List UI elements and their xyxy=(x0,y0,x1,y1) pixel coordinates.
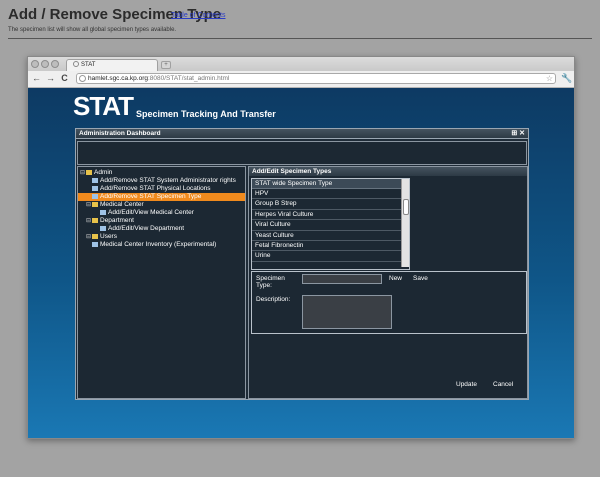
dashboard-header: Administration Dashboard ⊞ ✕ xyxy=(76,129,528,139)
description-textarea[interactable] xyxy=(302,295,392,329)
page-icon xyxy=(100,209,106,215)
tree-node-edit-medical-center[interactable]: Add/Edit/View Medical Center xyxy=(100,209,194,217)
dashboard-toolbar-band xyxy=(77,141,527,165)
tree-node-label: Admin xyxy=(94,169,113,176)
administration-dashboard: Administration Dashboard ⊞ ✕ ⊟ Admin Add/… xyxy=(75,128,529,400)
folder-icon xyxy=(92,217,98,223)
specimen-types-panel: Add/Edit Specimen Types STAT wide Specim… xyxy=(248,166,528,399)
tab-title: STAT xyxy=(81,62,96,68)
specimen-type-list[interactable]: STAT wide Specimen Type HPV Group B Stre… xyxy=(251,178,410,270)
forward-arrow-icon[interactable]: → xyxy=(45,73,56,84)
collapse-icon[interactable]: ⊟ xyxy=(86,217,91,225)
reload-icon[interactable]: C xyxy=(59,73,70,84)
tree-node-users[interactable]: ⊟ Users xyxy=(86,233,117,241)
tree-node-specimen-type[interactable]: Add/Remove STAT Specimen Type xyxy=(78,193,245,201)
tree-node-label: Add/Remove STAT System Administrator rig… xyxy=(100,177,236,184)
tree-node-label: Users xyxy=(100,233,117,240)
new-button[interactable]: New xyxy=(389,275,402,283)
tab-favicon-icon xyxy=(73,61,79,68)
window-controls xyxy=(31,60,59,68)
specimen-type-form: Specimen Type: New Save Description: xyxy=(251,271,527,334)
tree-node-medical-center[interactable]: ⊟ Medical Center xyxy=(86,201,144,209)
folder-icon xyxy=(92,233,98,239)
tree-node-department[interactable]: ⊟ Department xyxy=(86,217,134,225)
doc-divider xyxy=(8,38,592,39)
new-tab-button[interactable]: + xyxy=(161,61,171,69)
list-item[interactable]: Group B Strep xyxy=(252,199,409,210)
tree-node-inventory[interactable]: Medical Center Inventory (Experimental) xyxy=(92,241,216,249)
address-bar[interactable]: hamlet.sgc.ca.kp.org:8080/STAT/stat_admi… xyxy=(76,73,556,84)
admin-tree: ⊟ Admin Add/Remove STAT System Administra… xyxy=(77,166,246,399)
tree-node-label: Add/Remove STAT Specimen Type xyxy=(100,193,202,200)
page-icon xyxy=(92,193,98,199)
specimen-type-input[interactable] xyxy=(302,274,382,284)
scrollbar-thumb[interactable] xyxy=(403,199,409,215)
wrench-icon[interactable]: 🔧 xyxy=(561,73,572,84)
browser-toolbar: ← → C hamlet.sgc.ca.kp.org:8080/STAT/sta… xyxy=(28,71,574,88)
tree-node-sysadmin-rights[interactable]: Add/Remove STAT System Administrator rig… xyxy=(92,177,236,185)
folder-icon xyxy=(86,169,92,175)
page-icon xyxy=(100,225,106,231)
collapse-icon[interactable]: ⊟ xyxy=(86,201,91,209)
page-viewport: STAT Specimen Tracking And Transfer Admi… xyxy=(28,88,574,438)
dashboard-title: Administration Dashboard xyxy=(79,130,161,137)
tree-node-admin[interactable]: ⊟ Admin xyxy=(80,169,112,177)
browser-window: STAT + ← → C hamlet.sgc.ca.kp.org:8080/S… xyxy=(27,56,575,439)
doc-description: The specimen list will show all global s… xyxy=(8,27,177,33)
browser-tab[interactable]: STAT xyxy=(66,59,158,71)
close-window-button[interactable] xyxy=(31,60,39,68)
list-item[interactable]: Urine xyxy=(252,251,409,262)
app-subtitle: Specimen Tracking And Transfer xyxy=(136,109,276,119)
globe-icon xyxy=(79,75,86,82)
dashboard-window-controls[interactable]: ⊞ ✕ xyxy=(511,129,525,139)
specimen-type-label: Specimen Type: xyxy=(256,275,285,289)
list-item[interactable]: Yeast Culture xyxy=(252,231,409,241)
tab-bar: STAT + xyxy=(28,57,574,71)
page-icon xyxy=(92,241,98,247)
url-path: :8080/STAT/stat_admin.html xyxy=(147,75,230,82)
list-item[interactable]: HPV xyxy=(252,189,409,200)
tree-node-label: Add/Remove STAT Physical Locations xyxy=(100,185,211,192)
bookmark-star-icon[interactable]: ☆ xyxy=(546,74,553,84)
page-icon xyxy=(92,185,98,191)
list-item[interactable]: Fetal Fibronectin xyxy=(252,241,409,252)
folder-icon xyxy=(92,201,98,207)
list-scrollbar[interactable] xyxy=(401,179,409,267)
collapse-icon[interactable]: ⊟ xyxy=(80,169,85,177)
table-of-contents-link[interactable]: Table of Contents xyxy=(171,12,225,19)
tree-node-physical-locations[interactable]: Add/Remove STAT Physical Locations xyxy=(92,185,211,193)
url-host: hamlet.sgc.ca.kp.org xyxy=(88,75,148,82)
list-item[interactable]: Viral Culture xyxy=(252,220,409,231)
tree-node-label: Medical Center xyxy=(100,201,144,208)
panel-title: Add/Edit Specimen Types xyxy=(249,167,527,176)
stat-logo: STAT xyxy=(73,91,134,121)
tree-node-label: Add/Edit/View Medical Center xyxy=(108,209,194,216)
cancel-button[interactable]: Cancel xyxy=(493,381,513,389)
list-header[interactable]: STAT wide Specimen Type xyxy=(252,179,409,189)
minimize-window-button[interactable] xyxy=(41,60,49,68)
description-label: Description: xyxy=(256,296,291,303)
save-button[interactable]: Save xyxy=(413,275,428,283)
back-arrow-icon[interactable]: ← xyxy=(31,73,42,84)
tree-node-edit-department[interactable]: Add/Edit/View Department xyxy=(100,225,184,233)
collapse-icon[interactable]: ⊟ xyxy=(86,233,91,241)
tree-node-label: Add/Edit/View Department xyxy=(108,225,185,232)
tree-node-label: Department xyxy=(100,217,134,224)
list-item[interactable]: Herpes Viral Culture xyxy=(252,210,409,221)
zoom-window-button[interactable] xyxy=(51,60,59,68)
page-icon xyxy=(92,177,98,183)
tree-node-label: Medical Center Inventory (Experimental) xyxy=(100,241,217,248)
update-button[interactable]: Update xyxy=(456,381,477,389)
